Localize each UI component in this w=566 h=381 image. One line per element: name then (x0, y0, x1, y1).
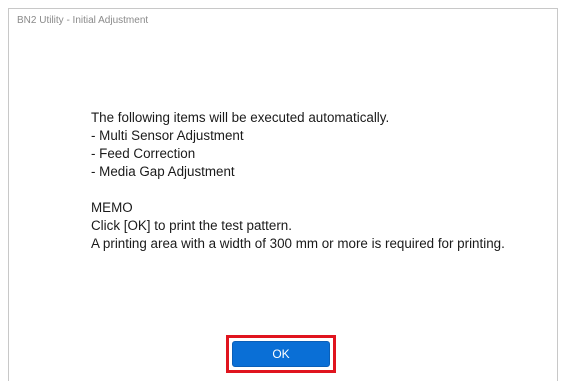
memo-heading: MEMO (91, 200, 133, 215)
ok-button[interactable]: OK (232, 341, 330, 367)
message-body: The following items will be executed aut… (91, 109, 531, 253)
window-title: BN2 Utility - Initial Adjustment (17, 15, 149, 26)
list-item: - Media Gap Adjustment (91, 164, 235, 179)
list-item: - Feed Correction (91, 146, 196, 161)
intro-text: The following items will be executed aut… (91, 110, 390, 125)
memo-line: Click [OK] to print the test pattern. (91, 218, 292, 233)
initial-adjustment-dialog: BN2 Utility - Initial Adjustment The fol… (8, 8, 558, 381)
memo-line: A printing area with a width of 300 mm o… (91, 236, 505, 251)
list-item: - Multi Sensor Adjustment (91, 128, 244, 143)
